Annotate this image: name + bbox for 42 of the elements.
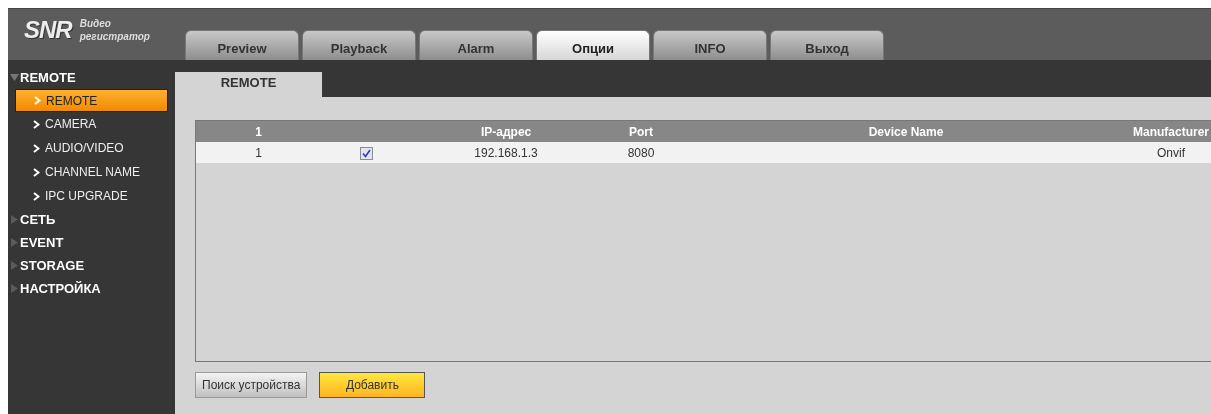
menu-item[interactable]: CHANNEL NAME <box>8 160 168 184</box>
column-header: Device Name <box>867 124 945 139</box>
nav-tab[interactable]: Выход <box>770 30 884 60</box>
column-header: IP-адрес <box>479 124 533 139</box>
nav-tab[interactable]: INFO <box>653 30 767 60</box>
menu-group[interactable]: НАСТРОЙКА <box>8 277 168 300</box>
chevron-right-icon <box>33 143 40 153</box>
triangle-right-icon <box>10 261 19 270</box>
column-header: Manufacturer <box>1132 124 1210 139</box>
chevron-right-icon <box>34 96 41 105</box>
chevron-right-icon <box>33 119 40 129</box>
nav-tab[interactable]: Опции <box>536 30 650 60</box>
triangle-right-icon <box>10 238 19 247</box>
table-cell-text: 8080 <box>626 145 656 160</box>
menu-item[interactable]: CAMERA <box>8 112 168 136</box>
menu-item[interactable]: REMOTE <box>15 89 168 112</box>
triangle-down-icon <box>10 73 19 82</box>
triangle-right-icon <box>10 284 19 293</box>
logo: SNR <box>24 17 72 43</box>
triangle-right-icon <box>10 215 19 224</box>
menu-group[interactable]: СЕТЬ <box>8 208 168 231</box>
menu-group[interactable]: STORAGE <box>8 254 168 277</box>
chevron-right-icon <box>33 167 40 177</box>
column-header: 1 <box>254 124 263 139</box>
checkbox[interactable] <box>359 146 373 160</box>
table-cell-text: Onvif <box>1156 145 1186 160</box>
nav-tab[interactable]: Playback <box>302 30 416 60</box>
chevron-right-icon <box>33 191 40 201</box>
table-cell-text: 1 <box>254 145 263 160</box>
table-row[interactable]: 1 192.168.1.3 8080 Onvif <box>196 142 1211 163</box>
menu-group[interactable]: REMOTE <box>8 66 168 89</box>
table-cell-text: 192.168.1.3 <box>473 145 539 160</box>
add-button[interactable]: Добавить <box>319 372 426 398</box>
menu-item[interactable]: IPC UPGRADE <box>8 184 168 208</box>
logo-caption: Видео регистратор <box>79 17 151 43</box>
column-header: Port <box>628 124 654 139</box>
nav-tab[interactable]: Alarm <box>419 30 533 60</box>
nav-tab[interactable]: Preview <box>185 30 299 60</box>
section-tab[interactable]: REMOTE <box>175 72 322 97</box>
menu-group[interactable]: EVENT <box>8 231 168 254</box>
menu-item[interactable]: AUDIO/VIDEO <box>8 136 168 160</box>
search-device-button[interactable]: Поиск устройства <box>195 372 308 398</box>
